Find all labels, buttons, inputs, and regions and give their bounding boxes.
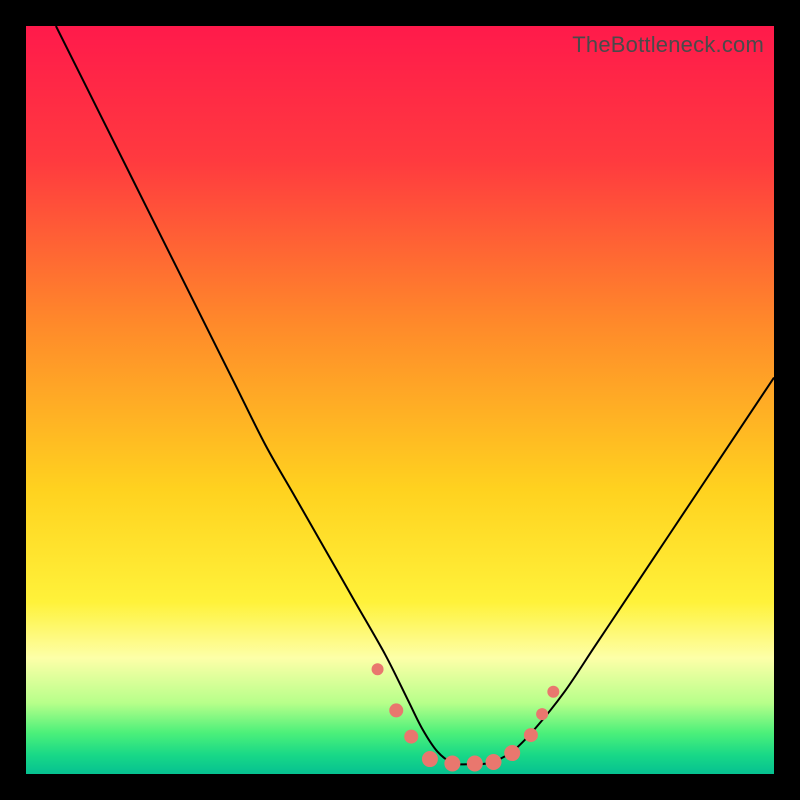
marker-dot: [372, 663, 384, 675]
chart-frame: TheBottleneck.com: [0, 0, 800, 800]
marker-dot: [389, 703, 403, 717]
marker-dot: [547, 686, 559, 698]
plot-area: TheBottleneck.com: [26, 26, 774, 774]
bottleneck-chart: [26, 26, 774, 774]
watermark-text: TheBottleneck.com: [572, 32, 764, 58]
marker-dot: [524, 728, 538, 742]
marker-dot: [486, 754, 502, 770]
marker-dot: [504, 745, 520, 761]
marker-dot: [536, 708, 548, 720]
marker-dot: [444, 756, 460, 772]
marker-dot: [467, 756, 483, 772]
marker-dot: [404, 730, 418, 744]
gradient-background: [26, 26, 774, 774]
marker-dot: [422, 751, 438, 767]
